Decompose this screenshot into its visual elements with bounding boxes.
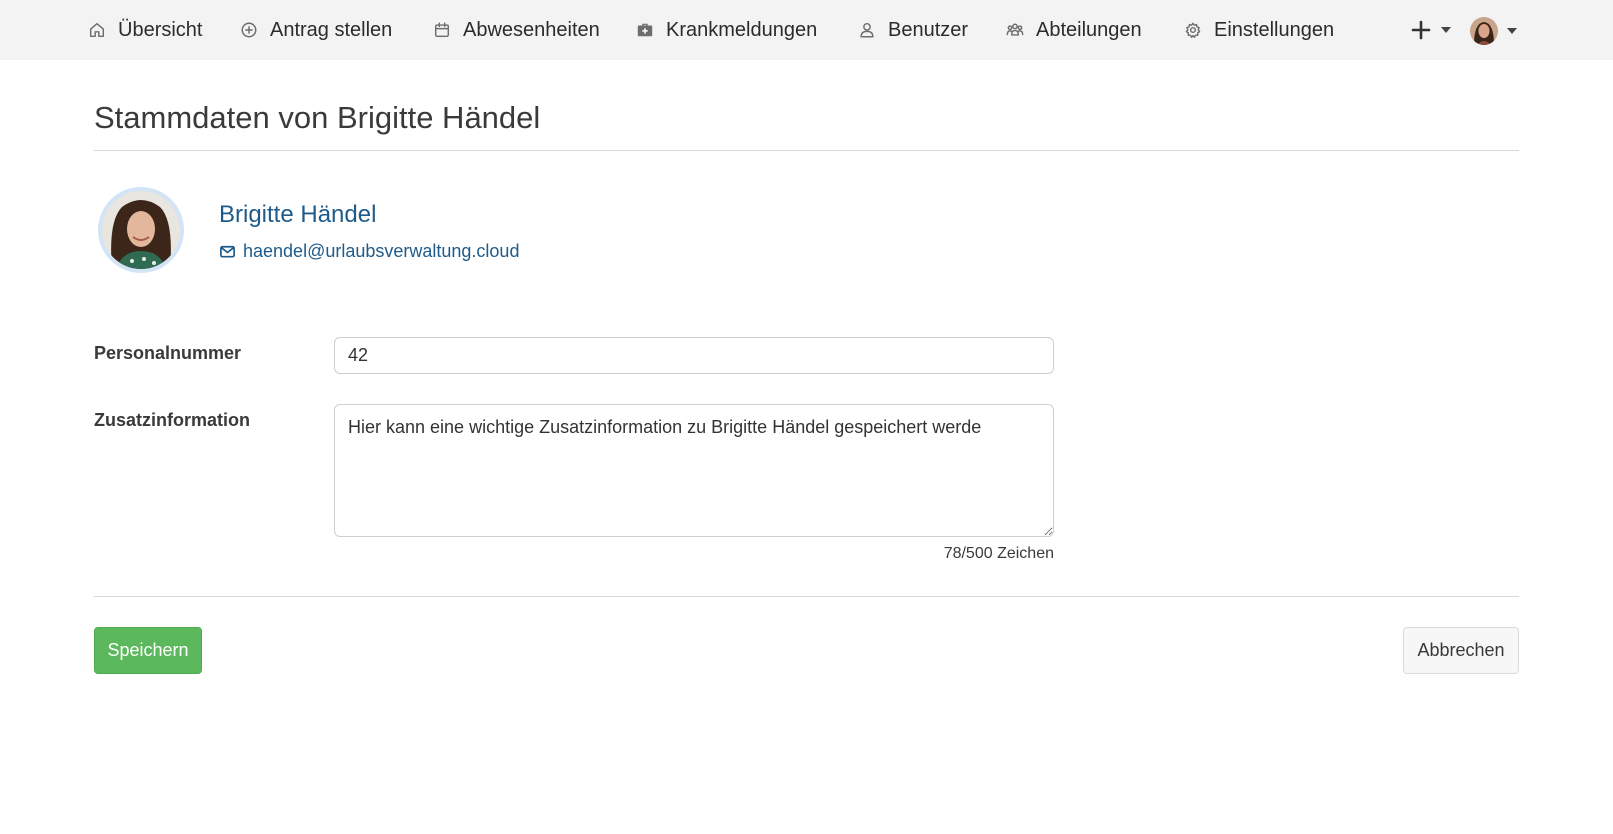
page-title: Stammdaten von Brigitte Händel xyxy=(94,100,541,135)
gear-icon xyxy=(1185,22,1201,39)
nav-item-label: Krankmeldungen xyxy=(666,18,818,41)
mail-icon xyxy=(220,245,235,258)
nav-item-label: Benutzer xyxy=(888,18,969,41)
calendar-icon xyxy=(434,22,450,38)
divider xyxy=(94,596,1519,597)
user-email-text: haendel@urlaubsverwaltung.cloud xyxy=(243,240,520,261)
cancel-button[interactable]: Abbrechen xyxy=(1403,627,1519,674)
nav-item-settings[interactable]: Einstellungen xyxy=(1184,0,1334,60)
users-group-icon xyxy=(1006,23,1024,36)
medical-kit-icon xyxy=(637,23,653,37)
user-menu-dropdown[interactable] xyxy=(1470,15,1517,47)
nav-item-sick-notes[interactable]: Krankmeldungen xyxy=(636,0,817,60)
user-name-link[interactable]: Brigitte Händel xyxy=(219,201,376,229)
plus-icon xyxy=(1411,20,1431,40)
char-count: 78/500 Zeichen xyxy=(943,545,1054,562)
top-navbar: Übersicht Antrag stellen Abwesenheiten K… xyxy=(0,0,1613,60)
additional-info-label: Zusatzinformation xyxy=(94,410,250,430)
nav-item-label: Einstellungen xyxy=(1214,18,1335,41)
nav-item-label: Abwesenheiten xyxy=(463,18,600,41)
nav-item-label: Antrag stellen xyxy=(270,18,393,41)
plus-circle-icon xyxy=(241,22,257,38)
nav-item-departments[interactable]: Abteilungen xyxy=(1006,0,1142,60)
nav-item-absences[interactable]: Abwesenheiten xyxy=(433,0,600,60)
nav-item-label: Abteilungen xyxy=(1036,18,1142,41)
nav-item-label: Übersicht xyxy=(118,18,203,41)
nav-item-users[interactable]: Benutzer xyxy=(858,0,968,60)
home-icon xyxy=(89,22,105,38)
avatar xyxy=(98,187,184,273)
nav-item-request[interactable]: Antrag stellen xyxy=(240,0,392,60)
nav-item-overview[interactable]: Übersicht xyxy=(88,0,202,60)
chevron-down-icon xyxy=(1441,27,1451,33)
quick-add-dropdown[interactable] xyxy=(1410,14,1451,46)
personnel-number-input[interactable] xyxy=(334,337,1054,374)
user-email-link[interactable]: haendel@urlaubsverwaltung.cloud xyxy=(219,240,519,262)
save-button[interactable]: Speichern xyxy=(94,627,202,674)
user-icon xyxy=(860,22,874,38)
divider xyxy=(94,150,1519,151)
avatar xyxy=(1470,17,1498,45)
additional-info-textarea[interactable]: Hier kann eine wichtige Zusatzinformatio… xyxy=(334,404,1054,537)
chevron-down-icon xyxy=(1507,28,1517,34)
personnel-number-label: Personalnummer xyxy=(94,343,242,363)
